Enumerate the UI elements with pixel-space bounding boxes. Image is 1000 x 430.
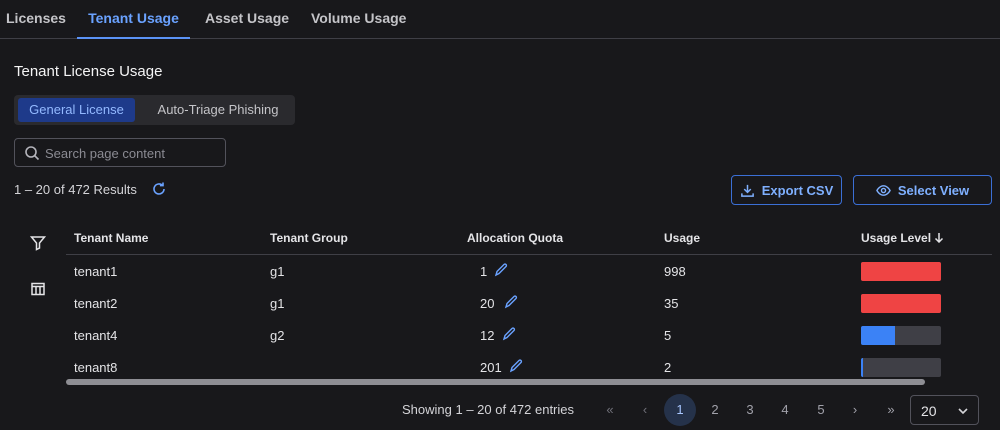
last-page-button[interactable]: »	[875, 394, 907, 426]
table-row: tenant4 g2 12 5	[66, 319, 992, 351]
usage-level-bar	[861, 326, 941, 345]
cell-tenant-group: g1	[270, 264, 285, 279]
cell-allocation-quota: 201	[480, 360, 502, 375]
usage-level-fill	[861, 326, 895, 345]
search-box	[14, 138, 226, 167]
pagination-summary: Showing 1 – 20 of 472 entries	[402, 402, 575, 417]
pencil-icon[interactable]	[494, 263, 508, 277]
chevron-down-icon	[958, 408, 968, 415]
usage-level-bar	[861, 262, 941, 281]
usage-level-fill	[861, 294, 941, 313]
page-button-3[interactable]: 3	[734, 394, 766, 426]
tab-volume-usage[interactable]: Volume Usage	[311, 0, 406, 39]
previous-page-button[interactable]: ‹	[629, 394, 661, 426]
page-button-5[interactable]: 5	[805, 394, 837, 426]
eye-icon	[875, 184, 891, 196]
column-header-usage-level[interactable]: Usage Level	[861, 231, 944, 245]
page-size-select[interactable]: 20	[910, 395, 979, 425]
cell-tenant-group: g2	[270, 328, 285, 343]
cell-allocation-quota: 12	[480, 328, 495, 343]
select-view-label: Select View	[897, 182, 970, 198]
columns-icon[interactable]	[30, 281, 46, 297]
page-button-4[interactable]: 4	[769, 394, 801, 426]
search-icon	[25, 146, 40, 161]
page-button-1[interactable]: 1	[664, 394, 696, 426]
segment-auto-triage-phishing[interactable]: Auto-Triage Phishing	[145, 98, 291, 122]
column-header-usage-level-label: Usage Level	[861, 231, 932, 245]
column-header-tenant-group[interactable]: Tenant Group	[270, 231, 348, 245]
section-title: Tenant License Usage	[14, 63, 163, 80]
cell-allocation-quota: 1	[480, 264, 488, 279]
tab-licenses[interactable]: Licenses	[6, 0, 66, 39]
license-type-toggle: General License Auto-Triage Phishing	[14, 95, 295, 125]
tab-tenant-usage[interactable]: Tenant Usage	[77, 0, 190, 39]
export-csv-button[interactable]: Export CSV	[731, 175, 842, 205]
select-view-button[interactable]: Select View	[853, 175, 992, 205]
pencil-icon[interactable]	[509, 359, 523, 373]
usage-level-bar	[861, 358, 941, 377]
cell-tenant-name: tenant4	[74, 328, 118, 343]
search-input[interactable]	[45, 142, 220, 164]
cell-tenant-group: g1	[270, 296, 285, 311]
page-button-2[interactable]: 2	[699, 394, 731, 426]
first-page-button[interactable]: «	[594, 394, 626, 426]
column-header-allocation-quota[interactable]: Allocation Quota	[467, 231, 563, 245]
horizontal-scrollbar[interactable]	[66, 379, 925, 385]
arrow-down-icon	[935, 233, 944, 244]
cell-tenant-name: tenant1	[74, 264, 118, 279]
filter-icon[interactable]	[30, 235, 46, 251]
table-row: tenant2 g1 20 35	[66, 287, 992, 319]
cell-tenant-name: tenant2	[74, 296, 118, 311]
column-header-usage[interactable]: Usage	[664, 231, 700, 245]
export-csv-label: Export CSV	[761, 182, 834, 198]
results-count: 1 – 20 of 472 Results	[14, 182, 137, 197]
usage-level-fill	[861, 358, 863, 377]
tenant-usage-page: Licenses Tenant Usage Asset Usage Volume…	[0, 0, 1000, 430]
cell-tenant-name: tenant8	[74, 360, 118, 375]
cell-usage: 998	[664, 264, 686, 279]
usage-level-bar	[861, 294, 941, 313]
cell-usage: 5	[664, 328, 672, 343]
cell-allocation-quota: 20	[480, 296, 495, 311]
tab-asset-usage[interactable]: Asset Usage	[205, 0, 289, 39]
segment-general-license[interactable]: General License	[18, 98, 135, 122]
column-header-tenant-name[interactable]: Tenant Name	[74, 231, 148, 245]
tab-bar: Licenses Tenant Usage Asset Usage Volume…	[0, 0, 1000, 39]
pencil-icon[interactable]	[502, 327, 516, 341]
page-size-value: 20	[921, 403, 937, 419]
refresh-icon[interactable]	[151, 181, 167, 197]
cell-usage: 2	[664, 360, 672, 375]
download-icon	[740, 184, 754, 197]
usage-level-fill	[861, 262, 941, 281]
next-page-button[interactable]: ›	[839, 394, 871, 426]
cell-usage: 35	[664, 296, 679, 311]
table-row: tenant1 g1 1 998	[66, 255, 992, 287]
pencil-icon[interactable]	[504, 295, 518, 309]
